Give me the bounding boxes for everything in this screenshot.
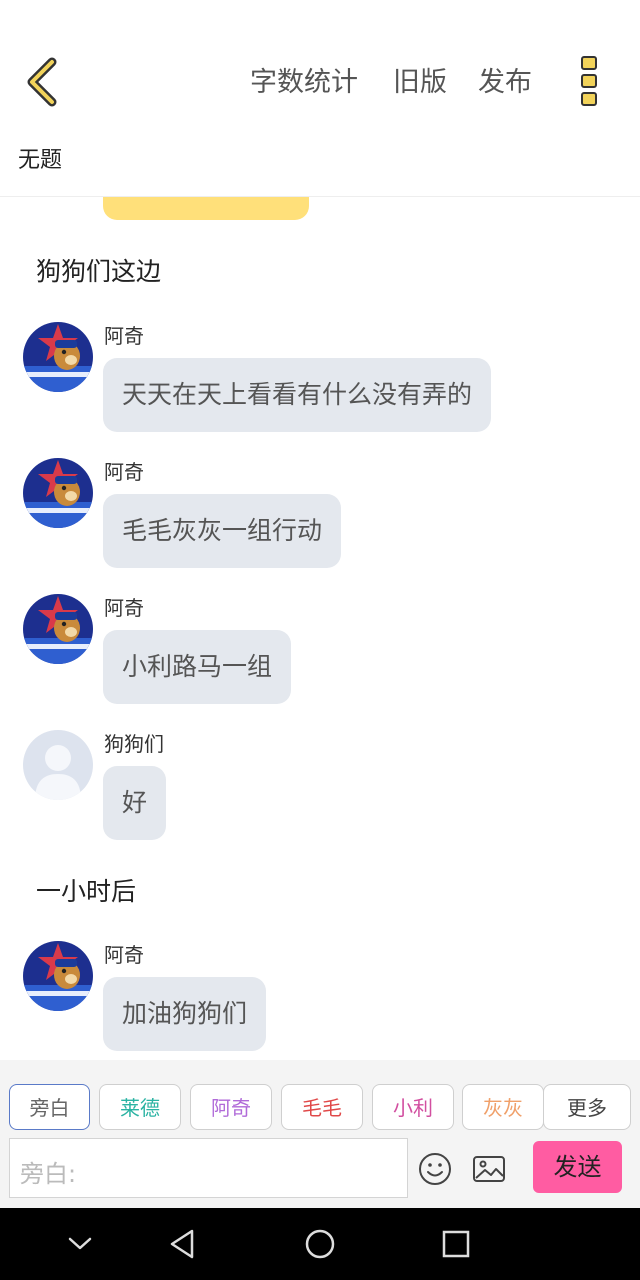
more-dot-icon	[581, 92, 597, 106]
more-menu-button[interactable]	[578, 56, 600, 106]
sender-name: 阿奇	[104, 943, 144, 967]
system-nav-bar	[0, 1208, 640, 1280]
more-dot-icon	[581, 56, 597, 70]
image-icon	[473, 1156, 505, 1182]
sender-name: 狗狗们	[104, 732, 164, 756]
circle-home-icon	[305, 1229, 335, 1259]
word-count-button[interactable]: 字数统计	[250, 60, 358, 99]
chase-avatar-icon	[23, 941, 93, 1011]
hide-keyboard-button[interactable]	[60, 1224, 100, 1264]
emoji-icon	[419, 1153, 451, 1185]
message-bubble[interactable]: 好	[103, 766, 167, 840]
character-chip-xiaoli[interactable]: 小利	[372, 1084, 454, 1130]
chase-avatar-icon	[23, 458, 93, 528]
avatar[interactable]	[23, 322, 93, 392]
image-button[interactable]	[472, 1152, 506, 1186]
publish-button[interactable]: 发布	[478, 60, 532, 99]
chevron-down-icon	[68, 1237, 92, 1250]
composer-panel: 旁白 莱德 阿奇 毛毛 小利 灰灰 更多 旁白: 发送	[0, 1060, 640, 1208]
chase-avatar-icon	[23, 594, 93, 664]
character-chip-more[interactable]: 更多	[543, 1084, 631, 1130]
sender-name: 阿奇	[104, 324, 144, 348]
chat-area[interactable]: 狗狗们这边 阿奇 天天在天上看看有什么没有弄的 阿奇 毛毛灰灰一组行动 阿奇 小…	[0, 196, 640, 1060]
sender-name: 阿奇	[104, 460, 144, 484]
more-dot-icon	[581, 74, 597, 88]
nav-recents-button[interactable]	[436, 1224, 476, 1264]
sender-name: 阿奇	[104, 596, 144, 620]
send-button[interactable]: 发送	[533, 1141, 622, 1193]
avatar[interactable]	[23, 941, 93, 1011]
avatar[interactable]	[23, 458, 93, 528]
character-chip-chase[interactable]: 阿奇	[190, 1084, 272, 1130]
message-bubble[interactable]: 小利路马一组	[103, 630, 292, 704]
old-version-button[interactable]: 旧版	[393, 60, 447, 99]
page-title: 无题	[18, 148, 63, 173]
back-arrow-icon	[27, 57, 57, 107]
nav-home-button[interactable]	[300, 1224, 340, 1264]
partial-message-bubble	[103, 196, 309, 220]
narration-text: 狗狗们这边	[36, 257, 162, 286]
triangle-back-icon	[170, 1229, 194, 1259]
message-bubble[interactable]: 天天在天上看看有什么没有弄的	[103, 358, 492, 432]
avatar[interactable]	[23, 730, 93, 800]
emoji-button[interactable]	[418, 1152, 452, 1186]
default-avatar-icon	[23, 730, 93, 800]
character-chip-huihui[interactable]: 灰灰	[462, 1084, 544, 1130]
square-recents-icon	[442, 1230, 470, 1258]
avatar[interactable]	[23, 594, 93, 664]
top-bar: 字数统计 旧版 发布 无题	[0, 0, 640, 197]
message-bubble[interactable]: 加油狗狗们	[103, 977, 267, 1051]
input-placeholder: 旁白:	[20, 1160, 77, 1188]
message-input[interactable]: 旁白:	[9, 1138, 408, 1198]
character-chip-maomao[interactable]: 毛毛	[281, 1084, 363, 1130]
chase-avatar-icon	[23, 322, 93, 392]
back-button[interactable]	[22, 56, 66, 108]
nav-back-button[interactable]	[163, 1224, 203, 1264]
message-bubble[interactable]: 毛毛灰灰一组行动	[103, 494, 342, 568]
character-chip-ryder[interactable]: 莱德	[99, 1084, 181, 1130]
narration-text: 一小时后	[36, 877, 137, 906]
character-chip-narrator[interactable]: 旁白	[9, 1084, 90, 1130]
